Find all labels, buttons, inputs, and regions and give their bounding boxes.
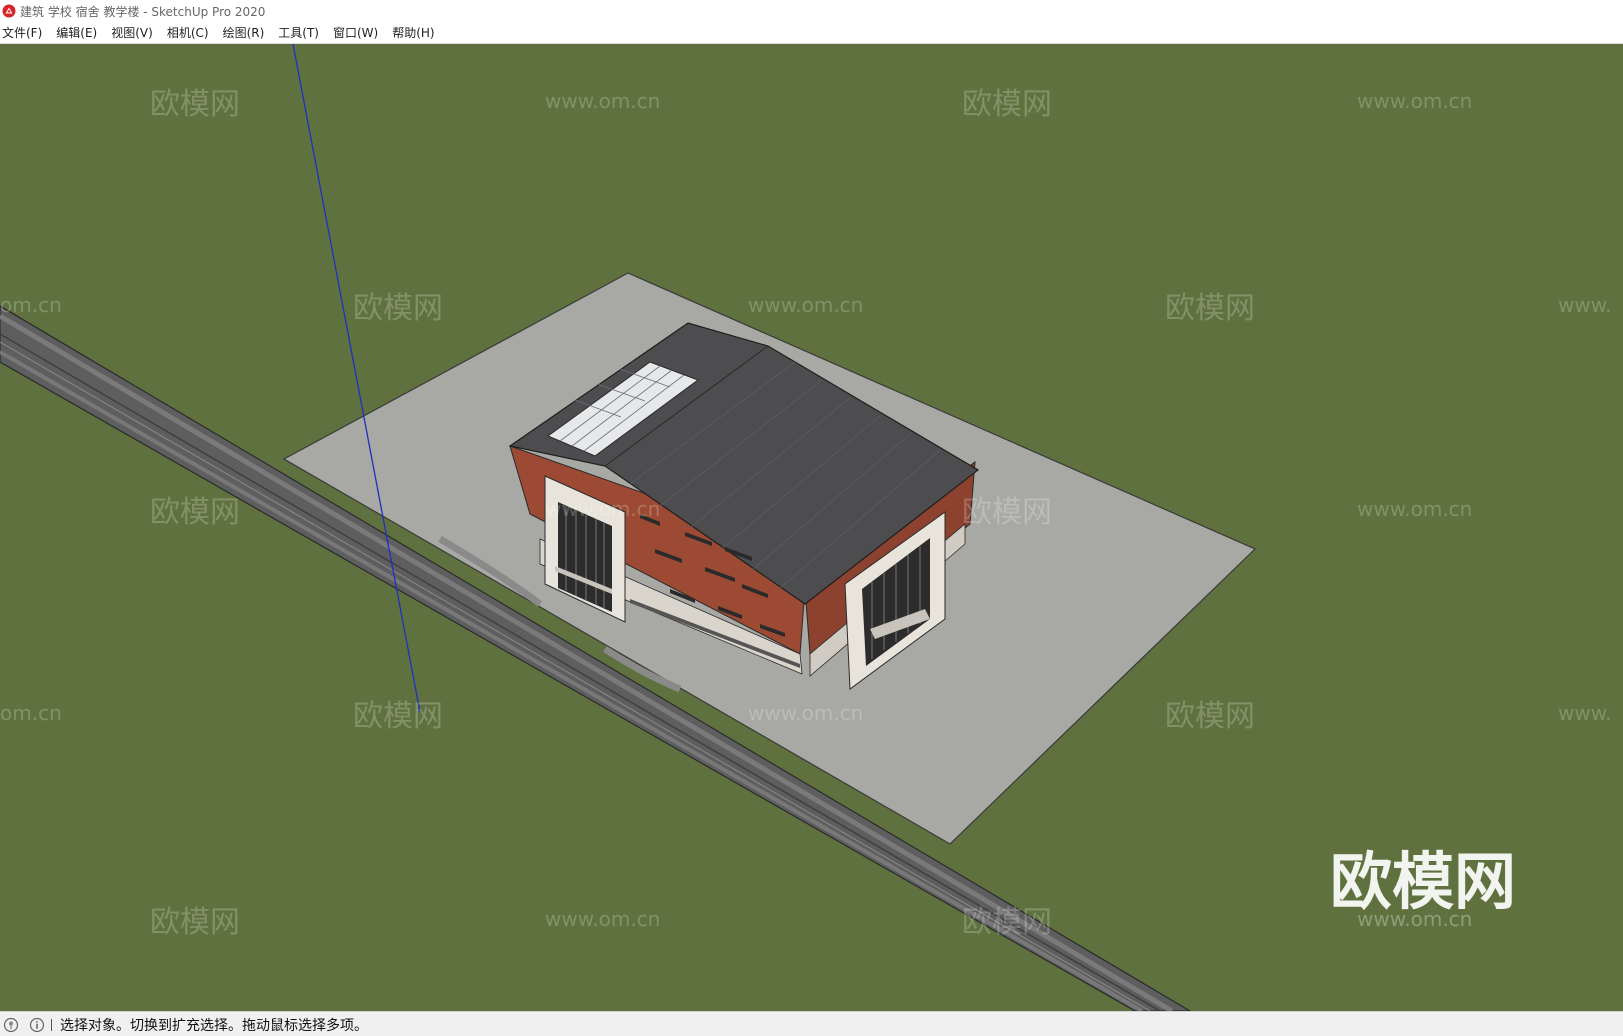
- watermark-brand: 欧模网: [962, 905, 1052, 940]
- title-bar: 建筑 学校 宿舍 教学楼 - SketchUp Pro 2020: [0, 0, 1623, 22]
- menu-window[interactable]: 窗口(W): [331, 24, 385, 41]
- sketchup-logo-icon: [2, 4, 16, 18]
- menu-tools[interactable]: 工具(T): [276, 24, 326, 41]
- watermark-url: www.om.cn: [545, 497, 660, 521]
- info-icon[interactable]: [29, 1017, 45, 1033]
- watermark-brand: 欧模网: [150, 495, 240, 530]
- watermark-brand: 欧模网: [1165, 699, 1255, 734]
- menu-view[interactable]: 视图(V): [109, 24, 160, 41]
- menu-draw[interactable]: 绘图(R): [221, 24, 272, 41]
- watermark-url-partial: www.: [1558, 293, 1612, 317]
- status-bar: 选择对象。切换到扩充选择。拖动鼠标选择多项。: [0, 1011, 1623, 1036]
- watermark-url: www.om.cn: [1357, 89, 1472, 113]
- menu-edit[interactable]: 编辑(E): [54, 24, 104, 41]
- menu-help[interactable]: 帮助(H): [390, 24, 441, 41]
- watermark-url: www.om.cn: [748, 701, 863, 725]
- watermark-url: www.om.cn: [545, 907, 660, 931]
- watermark-url-partial: www.: [1558, 701, 1612, 725]
- watermark-url-partial: om.cn: [0, 293, 62, 317]
- menu-file[interactable]: 文件(F): [0, 24, 49, 41]
- watermark-url: www.om.cn: [1357, 497, 1472, 521]
- watermark-brand: 欧模网: [353, 699, 443, 734]
- big-logo-url: www.om.cn: [1357, 907, 1472, 931]
- status-message: 选择对象。切换到扩充选择。拖动鼠标选择多项。: [60, 1017, 368, 1034]
- watermark-brand: 欧模网: [150, 87, 240, 122]
- scene-canvas[interactable]: 欧模网 www.om.cn 欧模网 www.om.cn om.cn 欧模网 ww…: [0, 44, 1623, 1011]
- window-title: 建筑 学校 宿舍 教学楼 - SketchUp Pro 2020: [20, 4, 266, 19]
- watermark-brand: 欧模网: [962, 87, 1052, 122]
- watermark-url: www.om.cn: [748, 293, 863, 317]
- sketchup-window: 建筑 学校 宿舍 教学楼 - SketchUp Pro 2020 文件(F) 编…: [0, 0, 1623, 1036]
- menu-camera[interactable]: 相机(C): [165, 24, 216, 41]
- 3d-viewport[interactable]: 欧模网 www.om.cn 欧模网 www.om.cn om.cn 欧模网 ww…: [0, 44, 1623, 1011]
- status-separator: [51, 1018, 52, 1031]
- watermark-url-partial: om.cn: [0, 701, 62, 725]
- watermark-brand: 欧模网: [150, 905, 240, 940]
- geo-location-icon[interactable]: [3, 1017, 19, 1033]
- watermark-brand: 欧模网: [962, 495, 1052, 530]
- menu-bar: 文件(F) 编辑(E) 视图(V) 相机(C) 绘图(R) 工具(T) 窗口(W…: [0, 22, 1623, 44]
- watermark-brand: 欧模网: [353, 291, 443, 326]
- watermark-brand: 欧模网: [1165, 291, 1255, 326]
- watermark-url: www.om.cn: [545, 89, 660, 113]
